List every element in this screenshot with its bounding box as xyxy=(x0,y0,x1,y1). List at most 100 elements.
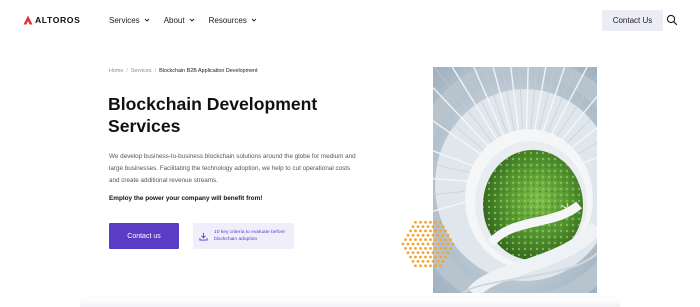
decorative-dot xyxy=(419,238,422,241)
decorative-dot xyxy=(419,247,422,250)
decorative-dot xyxy=(426,242,430,246)
decorative-dot xyxy=(424,238,427,241)
decorative-dot xyxy=(446,242,450,246)
decorative-dot xyxy=(416,233,420,237)
decorative-dot xyxy=(421,225,425,228)
breadcrumb-services[interactable]: Services xyxy=(131,68,152,74)
spiral-staircase-illustration xyxy=(433,67,597,293)
decorative-dot xyxy=(441,251,445,255)
decorative-dot xyxy=(446,233,450,237)
decorative-dot xyxy=(426,225,430,228)
decorative-dot xyxy=(436,260,440,263)
page-title-line-1: Blockchain Development xyxy=(108,94,318,114)
contact-us-nav-button[interactable]: Contact Us xyxy=(602,10,663,31)
decorative-dot xyxy=(404,247,407,250)
decorative-dot xyxy=(411,225,415,228)
decorative-dot xyxy=(439,220,442,224)
decorative-dot xyxy=(419,255,422,259)
decorative-dot xyxy=(444,229,447,233)
search-icon[interactable] xyxy=(666,14,678,26)
nav-item-label: Services xyxy=(109,15,140,25)
nav-item-label: Resources xyxy=(208,15,247,25)
decorative-dot xyxy=(439,238,442,241)
decorative-dot xyxy=(434,220,437,224)
download-criteria-link[interactable]: 10 key criteria to evaluate before block… xyxy=(193,223,294,249)
decorative-dot xyxy=(446,251,450,255)
decorative-dot xyxy=(409,247,412,250)
altoros-logo-icon xyxy=(23,15,33,25)
decorative-dot xyxy=(411,260,415,263)
decorative-dot xyxy=(436,233,440,237)
decorative-dot xyxy=(439,264,442,268)
decorative-dot xyxy=(444,247,447,250)
decorative-dot xyxy=(441,233,445,237)
main-nav: Services About Resources xyxy=(109,13,271,27)
decorative-dot xyxy=(421,251,425,255)
bottom-section-edge xyxy=(80,299,620,307)
hero-image xyxy=(433,67,597,293)
decorative-dot xyxy=(424,229,427,233)
decorative-dot xyxy=(411,242,415,246)
chevron-down-icon xyxy=(189,18,194,22)
breadcrumb: Home / Services / Blockchain B2B Applica… xyxy=(109,68,258,74)
decorative-dot xyxy=(434,238,437,241)
decorative-dot xyxy=(436,225,440,228)
decorative-dot xyxy=(424,220,427,224)
decorative-dot xyxy=(429,220,432,224)
decorative-dot xyxy=(414,238,417,241)
nav-item-resources[interactable]: Resources xyxy=(209,13,257,27)
altoros-logo[interactable]: ALTOROS xyxy=(23,14,80,26)
decorative-dot xyxy=(409,238,412,241)
decorative-dot xyxy=(416,251,420,255)
decorative-dot xyxy=(411,251,415,255)
page-title-line-2: Services xyxy=(108,116,181,136)
brand-name: ALTOROS xyxy=(35,15,81,25)
decorative-dot xyxy=(404,238,407,241)
decorative-dot xyxy=(414,264,417,268)
decorative-dot xyxy=(406,233,410,237)
decorative-dot xyxy=(429,229,432,233)
decorative-dot xyxy=(434,264,437,268)
contact-us-button[interactable]: Contact us xyxy=(109,223,179,249)
decorative-dot xyxy=(434,255,437,259)
decorative-dot xyxy=(426,260,430,263)
breadcrumb-separator: / xyxy=(126,68,128,74)
decorative-dot xyxy=(441,260,445,263)
decorative-dot xyxy=(431,233,435,237)
decorative-dot xyxy=(429,247,432,250)
hero-emphasis: Employ the power your company will benef… xyxy=(109,195,263,202)
decorative-dot xyxy=(416,242,420,246)
chevron-down-icon xyxy=(144,18,150,22)
decorative-dot xyxy=(439,229,442,233)
decorative-dot xyxy=(451,242,455,246)
decorative-dot xyxy=(421,233,425,237)
decorative-dot xyxy=(439,255,442,259)
decorative-dot xyxy=(426,233,430,237)
decorative-dot xyxy=(441,242,445,246)
breadcrumb-home[interactable]: Home xyxy=(109,68,123,74)
decorative-dot xyxy=(436,242,440,246)
decorative-dot xyxy=(419,220,422,224)
decorative-dot xyxy=(441,225,445,228)
decorative-dot xyxy=(436,251,440,255)
decorative-dot xyxy=(414,220,417,224)
decorative-dot xyxy=(434,247,437,250)
download-criteria-label: 10 key criteria to evaluate before block… xyxy=(214,230,285,242)
decorative-dot xyxy=(434,229,437,233)
page-title: Blockchain Development Services xyxy=(108,93,368,137)
decorative-dot xyxy=(421,242,425,246)
chevron-down-icon xyxy=(251,18,257,22)
nav-item-services[interactable]: Services xyxy=(109,13,150,27)
decorative-dot xyxy=(401,242,405,246)
decorative-dot xyxy=(414,247,417,250)
nav-item-about[interactable]: About xyxy=(164,13,195,27)
header: ALTOROS Services About Resources Contact… xyxy=(0,0,700,40)
decorative-dot xyxy=(431,251,435,255)
decorative-dot xyxy=(444,238,447,241)
download-icon xyxy=(199,232,208,241)
decorative-dot xyxy=(421,260,425,263)
decorative-dot xyxy=(419,264,422,268)
breadcrumb-separator: / xyxy=(154,68,157,74)
decorative-dot xyxy=(406,251,410,255)
decorative-dot xyxy=(431,260,435,263)
